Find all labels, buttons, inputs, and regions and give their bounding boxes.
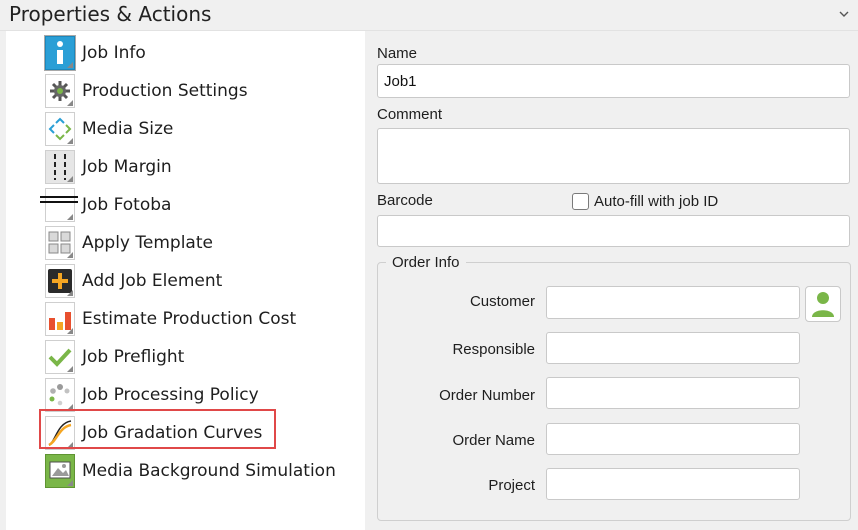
sidebar-item-label: Media Background Simulation: [82, 460, 336, 481]
sidebar-item-apply-template[interactable]: Apply Template: [39, 224, 354, 261]
responsible-label: Responsible: [452, 341, 535, 358]
order-name-label: Order Name: [452, 432, 535, 449]
sidebar-item-production-settings[interactable]: Production Settings: [39, 72, 354, 109]
order-info-title: Order Info: [386, 254, 466, 271]
sidebar-item-label: Apply Template: [82, 232, 213, 253]
project-label: Project: [488, 477, 535, 494]
sidebar-item-media-size[interactable]: Media Size: [39, 110, 354, 147]
order-number-field[interactable]: [546, 377, 800, 409]
gear-icon: [45, 73, 75, 108]
barcode-label: Barcode: [377, 192, 433, 209]
sidebar-item-label: Job Info: [82, 42, 146, 63]
sidebar-item-job-preflight[interactable]: Job Preflight: [39, 338, 354, 375]
customer-select-button[interactable]: [805, 286, 841, 322]
media-size-icon: [45, 111, 75, 146]
sidebar-item-label: Job Margin: [82, 156, 172, 177]
sidebar-item-label: Add Job Element: [82, 270, 223, 291]
name-label: Name: [377, 45, 418, 62]
bar-chart-icon: [45, 301, 75, 336]
collapse-button[interactable]: [836, 6, 852, 22]
sidebar-item-label: Media Size: [82, 118, 174, 139]
chevron-down-icon: [839, 11, 849, 17]
processing-dots-icon: [45, 377, 75, 412]
responsible-field[interactable]: [546, 332, 800, 364]
order-number-label: Order Number: [439, 387, 535, 404]
margin-icon: [45, 149, 75, 184]
project-field[interactable]: [546, 468, 800, 500]
autofill-label: Auto-fill with job ID: [594, 193, 719, 210]
customer-label: Customer: [469, 293, 535, 310]
sidebar-item-job-info[interactable]: Job Info: [39, 34, 354, 71]
sidebar-item-job-margin[interactable]: Job Margin: [39, 148, 354, 185]
checkmark-icon: [45, 339, 75, 374]
sidebar-item-label: Job Fotoba: [82, 194, 172, 215]
sidebar-item-label: Production Settings: [82, 80, 248, 101]
sidebar-item-job-processing-policy[interactable]: Job Processing Policy: [39, 376, 354, 413]
comment-label: Comment: [377, 106, 443, 123]
gradation-curve-icon: [45, 415, 75, 450]
sidebar-item-estimate-production-cost[interactable]: Estimate Production Cost: [39, 300, 354, 337]
sidebar-item-job-gradation-curves[interactable]: Job Gradation Curves: [39, 414, 354, 451]
name-field[interactable]: [377, 64, 850, 98]
template-grid-icon: [45, 225, 75, 260]
order-name-field[interactable]: [546, 423, 800, 455]
comment-field[interactable]: [377, 128, 850, 184]
sidebar-item-job-fotoba[interactable]: Job Fotoba: [39, 186, 354, 223]
image-icon: [45, 453, 75, 488]
info-icon: [44, 34, 76, 71]
properties-header: Properties & Actions: [0, 0, 858, 31]
autofill-checkbox[interactable]: [572, 193, 589, 210]
add-element-icon: [45, 263, 75, 298]
person-icon: [812, 292, 834, 317]
sidebar-item-label: Job Processing Policy: [82, 384, 259, 405]
panel-title: Properties & Actions: [9, 2, 212, 26]
sidebar-item-label: Job Gradation Curves: [82, 422, 263, 443]
barcode-field[interactable]: [377, 215, 850, 247]
sidebar-item-label: Job Preflight: [82, 346, 185, 367]
sidebar-item-label: Estimate Production Cost: [82, 308, 297, 329]
sidebar-item-media-background-simulation[interactable]: Media Background Simulation: [39, 452, 354, 489]
sidebar-item-add-job-element[interactable]: Add Job Element: [39, 262, 354, 299]
fotoba-icon: [40, 187, 78, 222]
customer-field[interactable]: [546, 286, 800, 319]
